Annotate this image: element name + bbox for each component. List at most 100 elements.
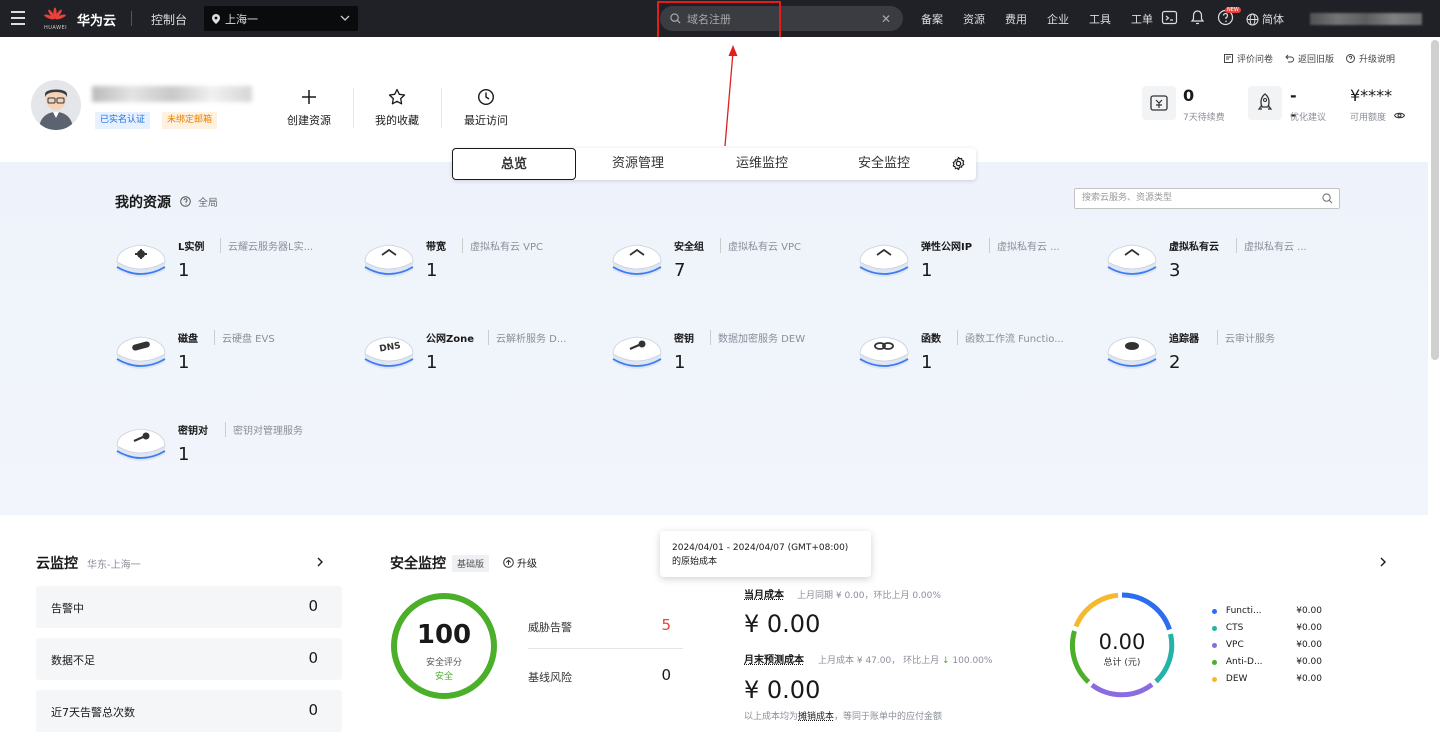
create-resource-label: 创建资源 — [287, 114, 331, 127]
resource-name: 虚拟私有云 — [1169, 242, 1219, 253]
favorites-button[interactable]: 我的收藏 — [367, 88, 427, 128]
scope-selector[interactable]: 全局 — [180, 194, 218, 209]
upgrade-notes-link[interactable]: 升级说明 — [1359, 52, 1395, 65]
page-scrollbar[interactable] — [1431, 40, 1439, 360]
optimization-label: 优化建议 — [1290, 113, 1327, 123]
resource-item[interactable]: 函数 函数工作流 Functio... 1 — [858, 330, 1088, 390]
my-resources-title: 我的资源 — [115, 195, 171, 211]
amortized-cost-link[interactable]: 摊销成本 — [798, 712, 834, 722]
bell-icon[interactable] — [1189, 9, 1206, 26]
tab-security-monitoring[interactable]: 安全监控 — [822, 148, 946, 180]
legend-item[interactable]: Anti-D... ¥0.00 — [1212, 657, 1322, 667]
legend-dot — [1212, 676, 1217, 682]
resource-service: 密钥对管理服务 — [225, 422, 303, 437]
divider — [441, 88, 442, 128]
link-resources[interactable]: 资源 — [963, 11, 985, 27]
gear-icon[interactable] — [951, 156, 966, 171]
resource-search-input[interactable]: 搜索云服务、资源类型 — [1074, 188, 1340, 209]
down-arrow-icon: ↓ — [941, 656, 950, 666]
location-pin-icon — [212, 13, 220, 24]
resource-item[interactable]: L实例 云耀云服务器L实... 1 — [115, 238, 345, 298]
survey-link[interactable]: 评价问卷 — [1237, 52, 1273, 65]
monitor-row-insufficient-data[interactable]: 数据不足 0 — [36, 638, 342, 680]
cloud-monitor-region: 华东-上海一 — [87, 560, 141, 571]
resource-item[interactable]: DNS 公网Zone 云解析服务 D... 1 — [363, 330, 593, 390]
chevron-right-icon[interactable] — [1378, 557, 1388, 567]
verified-badge[interactable]: 已实名认证 — [95, 112, 151, 129]
brand-name[interactable]: 华为云 — [77, 10, 116, 29]
resource-count: 1 — [921, 352, 933, 373]
resource-count: 1 — [921, 260, 933, 281]
language-label: 简体 — [1262, 13, 1284, 26]
link-filing[interactable]: 备案 — [921, 11, 943, 27]
old-version-link[interactable]: 返回旧版 — [1298, 52, 1334, 65]
tab-ops-monitoring[interactable]: 运维监控 — [700, 148, 824, 180]
resource-key-icon — [116, 428, 166, 461]
threat-alerts-label: 威胁告警 — [528, 621, 572, 634]
link-tools[interactable]: 工具 — [1089, 11, 1111, 27]
chevron-right-icon[interactable] — [315, 557, 325, 567]
legend-item[interactable]: CTS ¥0.00 — [1212, 623, 1322, 633]
resource-item[interactable]: 密钥 数据加密服务 DEW 1 — [611, 330, 841, 390]
legend-name: CTS — [1225, 623, 1244, 633]
create-resource-button[interactable]: 创建资源 — [279, 88, 339, 128]
user-name-blurred[interactable] — [1310, 13, 1422, 25]
tab-overview[interactable]: 总览 — [452, 148, 576, 180]
top-links: 备案 资源 费用 企业 工具 工单 — [921, 11, 1173, 27]
legend-dot — [1212, 608, 1217, 614]
menu-icon[interactable] — [11, 11, 25, 25]
terminal-icon[interactable] — [1161, 9, 1178, 26]
legend-dot — [1212, 642, 1217, 648]
resource-service: 云耀云服务器L实... — [220, 238, 313, 253]
resource-item[interactable]: 密钥对 密钥对管理服务 1 — [115, 422, 345, 482]
link-tickets[interactable]: 工单 — [1131, 11, 1153, 27]
logo-text: HUAWEI — [44, 25, 68, 31]
resource-name: 密钥对 — [178, 426, 208, 437]
console-link[interactable]: 控制台 — [151, 11, 187, 28]
legend-item[interactable]: VPC ¥0.00 — [1212, 640, 1322, 650]
question-icon — [1346, 54, 1356, 63]
language-switch[interactable]: 简体 — [1246, 11, 1284, 27]
email-unbound-badge[interactable]: 未绑定邮箱 — [162, 112, 218, 129]
eye-icon[interactable] — [1394, 111, 1405, 120]
tab-resource-management[interactable]: 资源管理 — [576, 148, 700, 180]
resource-service: 云审计服务 — [1217, 330, 1275, 345]
resource-gear-icon — [116, 244, 166, 277]
main-tabs: 总览 资源管理 运维监控 安全监控 — [452, 148, 976, 180]
legend-item[interactable]: Functi... ¥0.00 — [1212, 606, 1322, 616]
link-enterprise[interactable]: 企业 — [1047, 11, 1069, 27]
resource-item[interactable]: 虚拟私有云 虚拟私有云 ... 3 — [1106, 238, 1336, 298]
scope-label: 全局 — [198, 198, 218, 209]
legend-name: Anti-D... — [1225, 657, 1263, 667]
current-cost-label[interactable]: 当月成本 — [744, 586, 784, 601]
avatar[interactable] — [31, 80, 81, 130]
clear-icon[interactable]: ✕ — [881, 12, 891, 26]
resource-item[interactable]: 安全组 虚拟私有云 VPC 7 — [611, 238, 841, 298]
forecast-cost-label[interactable]: 月末预测成本 — [744, 651, 804, 666]
baseline-risk-row[interactable]: 基线风险 0 — [528, 651, 683, 699]
resource-name: 安全组 — [674, 242, 704, 253]
resource-service: 云解析服务 D... — [488, 330, 566, 345]
forecast-mom-value: 100.00% — [952, 656, 993, 666]
legend-item[interactable]: DEW ¥0.00 — [1212, 674, 1322, 684]
threat-alerts-row[interactable]: 威胁告警 5 — [528, 601, 683, 649]
upgrade-link[interactable]: 升级 — [503, 555, 537, 570]
monitor-row-7day-alarms[interactable]: 近7天告警总次数 0 — [36, 690, 342, 732]
resource-name: 带宽 — [426, 242, 446, 253]
resource-service: 函数工作流 Functio... — [957, 330, 1064, 345]
resource-item[interactable]: 追踪器 云审计服务 2 — [1106, 330, 1336, 390]
recent-visits-button[interactable]: 最近访问 — [456, 88, 516, 128]
upgrade-label: 升级 — [517, 559, 537, 570]
monitor-row-alarming[interactable]: 告警中 0 — [36, 586, 342, 628]
resource-item[interactable]: 带宽 虚拟私有云 VPC 1 — [363, 238, 593, 298]
link-billing[interactable]: 费用 — [1005, 11, 1027, 27]
legend-name: Functi... — [1225, 606, 1262, 616]
region-selector[interactable]: 上海一 — [204, 6, 358, 31]
resource-item[interactable]: 弹性公网IP 虚拟私有云 ... 1 — [858, 238, 1088, 298]
resource-link-icon — [859, 336, 909, 369]
security-status: 安全 — [434, 672, 453, 682]
resource-item[interactable]: 磁盘 云硬盘 EVS 1 — [115, 330, 345, 390]
monitor-row-value: 0 — [308, 649, 318, 667]
renew-icon — [1142, 86, 1176, 120]
resource-name: 磁盘 — [178, 334, 198, 345]
